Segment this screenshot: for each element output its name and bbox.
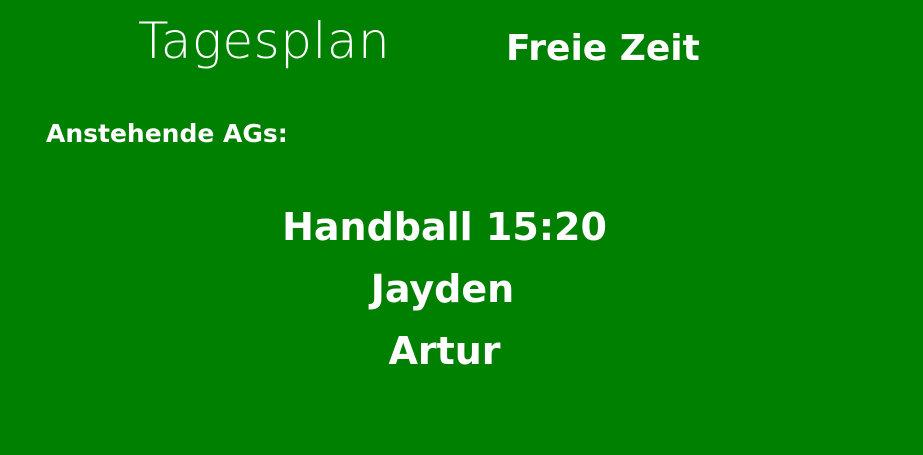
upcoming-ag-list: Handball 15:20 Jayden Artur (0, 196, 923, 382)
upcoming-ag-participant: Artur (388, 329, 501, 373)
page-title: Tagesplan (138, 12, 391, 70)
daily-plan-screen: Tagesplan Freie Zeit Anstehende AGs: Han… (0, 0, 923, 455)
free-time-status: Freie Zeit (506, 28, 700, 69)
upcoming-ag-activity: Handball 15:20 (282, 205, 607, 249)
upcoming-ags-label: Anstehende AGs: (46, 119, 288, 148)
upcoming-ag-participant: Jayden (370, 267, 515, 311)
